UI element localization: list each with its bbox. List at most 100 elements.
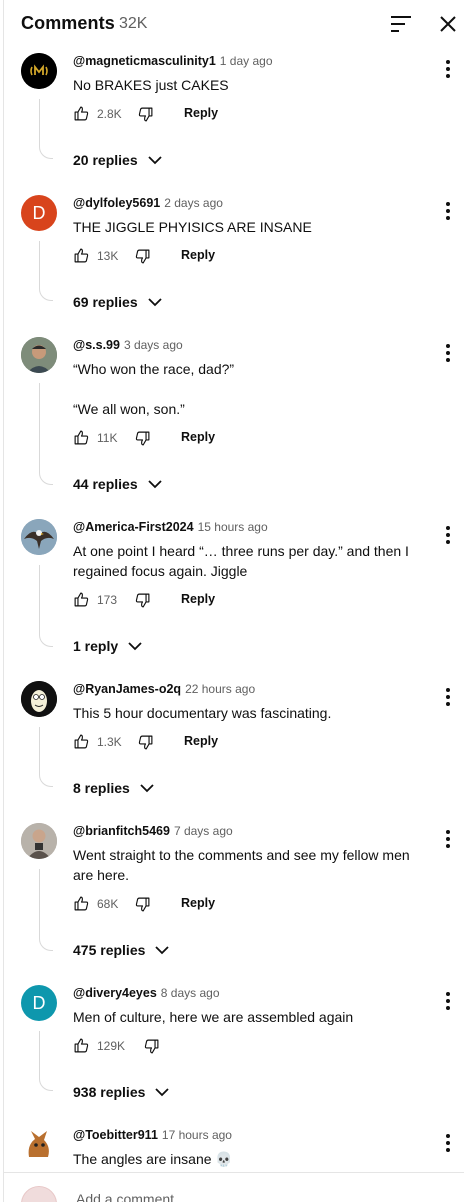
thumbs-up-icon[interactable] xyxy=(73,591,90,608)
avatar[interactable] xyxy=(21,681,57,717)
comment-author[interactable]: @RyanJames-o2q xyxy=(73,682,181,696)
reply-button[interactable]: Reply xyxy=(181,430,215,444)
avatar[interactable] xyxy=(21,337,57,373)
close-icon[interactable] xyxy=(436,12,460,36)
comment-time[interactable]: 7 days ago xyxy=(174,824,233,838)
chevron-down-icon xyxy=(147,298,162,307)
comment-time[interactable]: 3 days ago xyxy=(124,338,183,352)
view-replies-button[interactable]: 938 replies xyxy=(73,1084,169,1100)
person-photo-icon xyxy=(21,337,57,373)
thumbs-down-icon[interactable] xyxy=(134,896,151,913)
chevron-down-icon xyxy=(147,156,162,165)
thumbs-down-icon[interactable] xyxy=(137,106,154,123)
add-comment-input[interactable]: Add a comment... xyxy=(76,1191,186,1202)
like-count: 1.3K xyxy=(97,735,122,749)
view-replies-button[interactable]: 20 replies xyxy=(73,152,162,168)
comments-panel: Comments 32K @magneticmasculinity1 1 day … xyxy=(3,0,464,1202)
view-replies-button[interactable]: 8 replies xyxy=(73,780,154,796)
comment-author[interactable]: @brianfitch5469 xyxy=(73,824,170,838)
comment-author[interactable]: @divery4eyes xyxy=(73,986,157,1000)
chevron-down-icon xyxy=(147,480,162,489)
thread-line xyxy=(39,383,53,485)
view-replies-button[interactable]: 1 reply xyxy=(73,638,142,654)
comment-meta: @magneticmasculinity1 1 day ago xyxy=(73,54,273,68)
reply-button[interactable]: Reply xyxy=(181,248,215,262)
more-options-icon[interactable] xyxy=(440,59,456,79)
thumbs-down-icon[interactable] xyxy=(137,734,154,751)
reply-button[interactable]: Reply xyxy=(184,106,218,120)
thread-line xyxy=(39,727,53,787)
avatar xyxy=(21,1186,57,1202)
comment-author[interactable]: @magneticmasculinity1 xyxy=(73,54,216,68)
view-replies-button[interactable]: 475 replies xyxy=(73,942,169,958)
reply-button[interactable]: Reply xyxy=(181,592,215,606)
replies-label: 44 replies xyxy=(73,476,138,492)
thumbs-up-icon[interactable] xyxy=(73,429,90,446)
comment-meta: @s.s.99 3 days ago xyxy=(73,338,183,352)
comment-actions: 173 Reply xyxy=(73,590,373,610)
view-replies-button[interactable]: 44 replies xyxy=(73,476,162,492)
comment-text: THE JIGGLE PHYISICS ARE INSANE xyxy=(73,219,312,235)
comment-time[interactable]: 2 days ago xyxy=(164,196,223,210)
comment-actions: 11K Reply xyxy=(73,428,373,448)
comment-time[interactable]: 15 hours ago xyxy=(198,520,268,534)
thread-line xyxy=(39,565,53,647)
comment-actions: 129K xyxy=(73,1036,373,1056)
thumbs-down-icon[interactable] xyxy=(143,1038,160,1055)
thread-line xyxy=(39,99,53,159)
thumbs-down-icon[interactable] xyxy=(134,248,151,265)
replies-label: 938 replies xyxy=(73,1084,146,1100)
replies-label: 69 replies xyxy=(73,294,138,310)
more-options-icon[interactable] xyxy=(440,201,456,221)
comment-text: The angles are insane 💀 xyxy=(73,1151,233,1167)
comment-text: No BRAKES just CAKES xyxy=(73,77,229,93)
comment-time[interactable]: 22 hours ago xyxy=(185,682,255,696)
reply-button[interactable]: Reply xyxy=(184,734,218,748)
replies-label: 475 replies xyxy=(73,942,146,958)
comment-time[interactable]: 8 days ago xyxy=(161,986,220,1000)
replies-label: 20 replies xyxy=(73,152,138,168)
more-options-icon[interactable] xyxy=(440,687,456,707)
comment-author[interactable]: @America-First2024 xyxy=(73,520,194,534)
avatar[interactable] xyxy=(21,519,57,555)
more-options-icon[interactable] xyxy=(440,991,456,1011)
comment-time[interactable]: 1 day ago xyxy=(220,54,273,68)
avatar-letter: D xyxy=(32,992,46,1013)
more-options-icon[interactable] xyxy=(440,829,456,849)
comment-author[interactable]: @dylfoley5691 xyxy=(73,196,160,210)
avatar[interactable]: D xyxy=(21,195,57,231)
comment-time[interactable]: 17 hours ago xyxy=(162,1128,232,1142)
thumbs-down-icon[interactable] xyxy=(134,430,151,447)
thumbs-up-icon[interactable] xyxy=(73,247,90,264)
avatar[interactable] xyxy=(21,823,57,859)
more-options-icon[interactable] xyxy=(440,525,456,545)
thumbs-up-icon[interactable] xyxy=(73,105,90,122)
person-photo-icon xyxy=(21,823,57,859)
thumbs-up-icon[interactable] xyxy=(73,1037,90,1054)
magnet-logo-icon xyxy=(21,53,57,89)
view-replies-button[interactable]: 69 replies xyxy=(73,294,162,310)
avatar[interactable] xyxy=(21,53,57,89)
like-count: 173 xyxy=(97,593,118,607)
thumbs-up-icon[interactable] xyxy=(73,733,90,750)
thumbs-up-icon[interactable] xyxy=(73,895,90,912)
thumbs-down-icon[interactable] xyxy=(134,592,151,609)
like-count: 2.8K xyxy=(97,107,122,121)
comment-meta: @Toebitter911 17 hours ago xyxy=(73,1128,232,1142)
avatar[interactable]: D xyxy=(21,985,57,1021)
more-options-icon[interactable] xyxy=(440,1133,456,1153)
comment-text: This 5 hour documentary was fascinating. xyxy=(73,705,332,721)
sort-icon[interactable] xyxy=(389,13,413,35)
comment-actions: 13K Reply xyxy=(73,246,373,266)
comment-actions: 2.8K Reply xyxy=(73,104,373,124)
comments-title: Comments xyxy=(21,13,115,33)
more-options-icon[interactable] xyxy=(440,343,456,363)
reply-button[interactable]: Reply xyxy=(181,896,215,910)
comment-author[interactable]: @Toebitter911 xyxy=(73,1128,158,1142)
comments-header: Comments 32K xyxy=(4,0,464,48)
comment-meta: @dylfoley5691 2 days ago xyxy=(73,196,223,210)
comment-author[interactable]: @s.s.99 xyxy=(73,338,120,352)
avatar[interactable] xyxy=(21,1127,57,1163)
chevron-down-icon xyxy=(155,946,169,955)
like-count: 11K xyxy=(97,431,118,445)
